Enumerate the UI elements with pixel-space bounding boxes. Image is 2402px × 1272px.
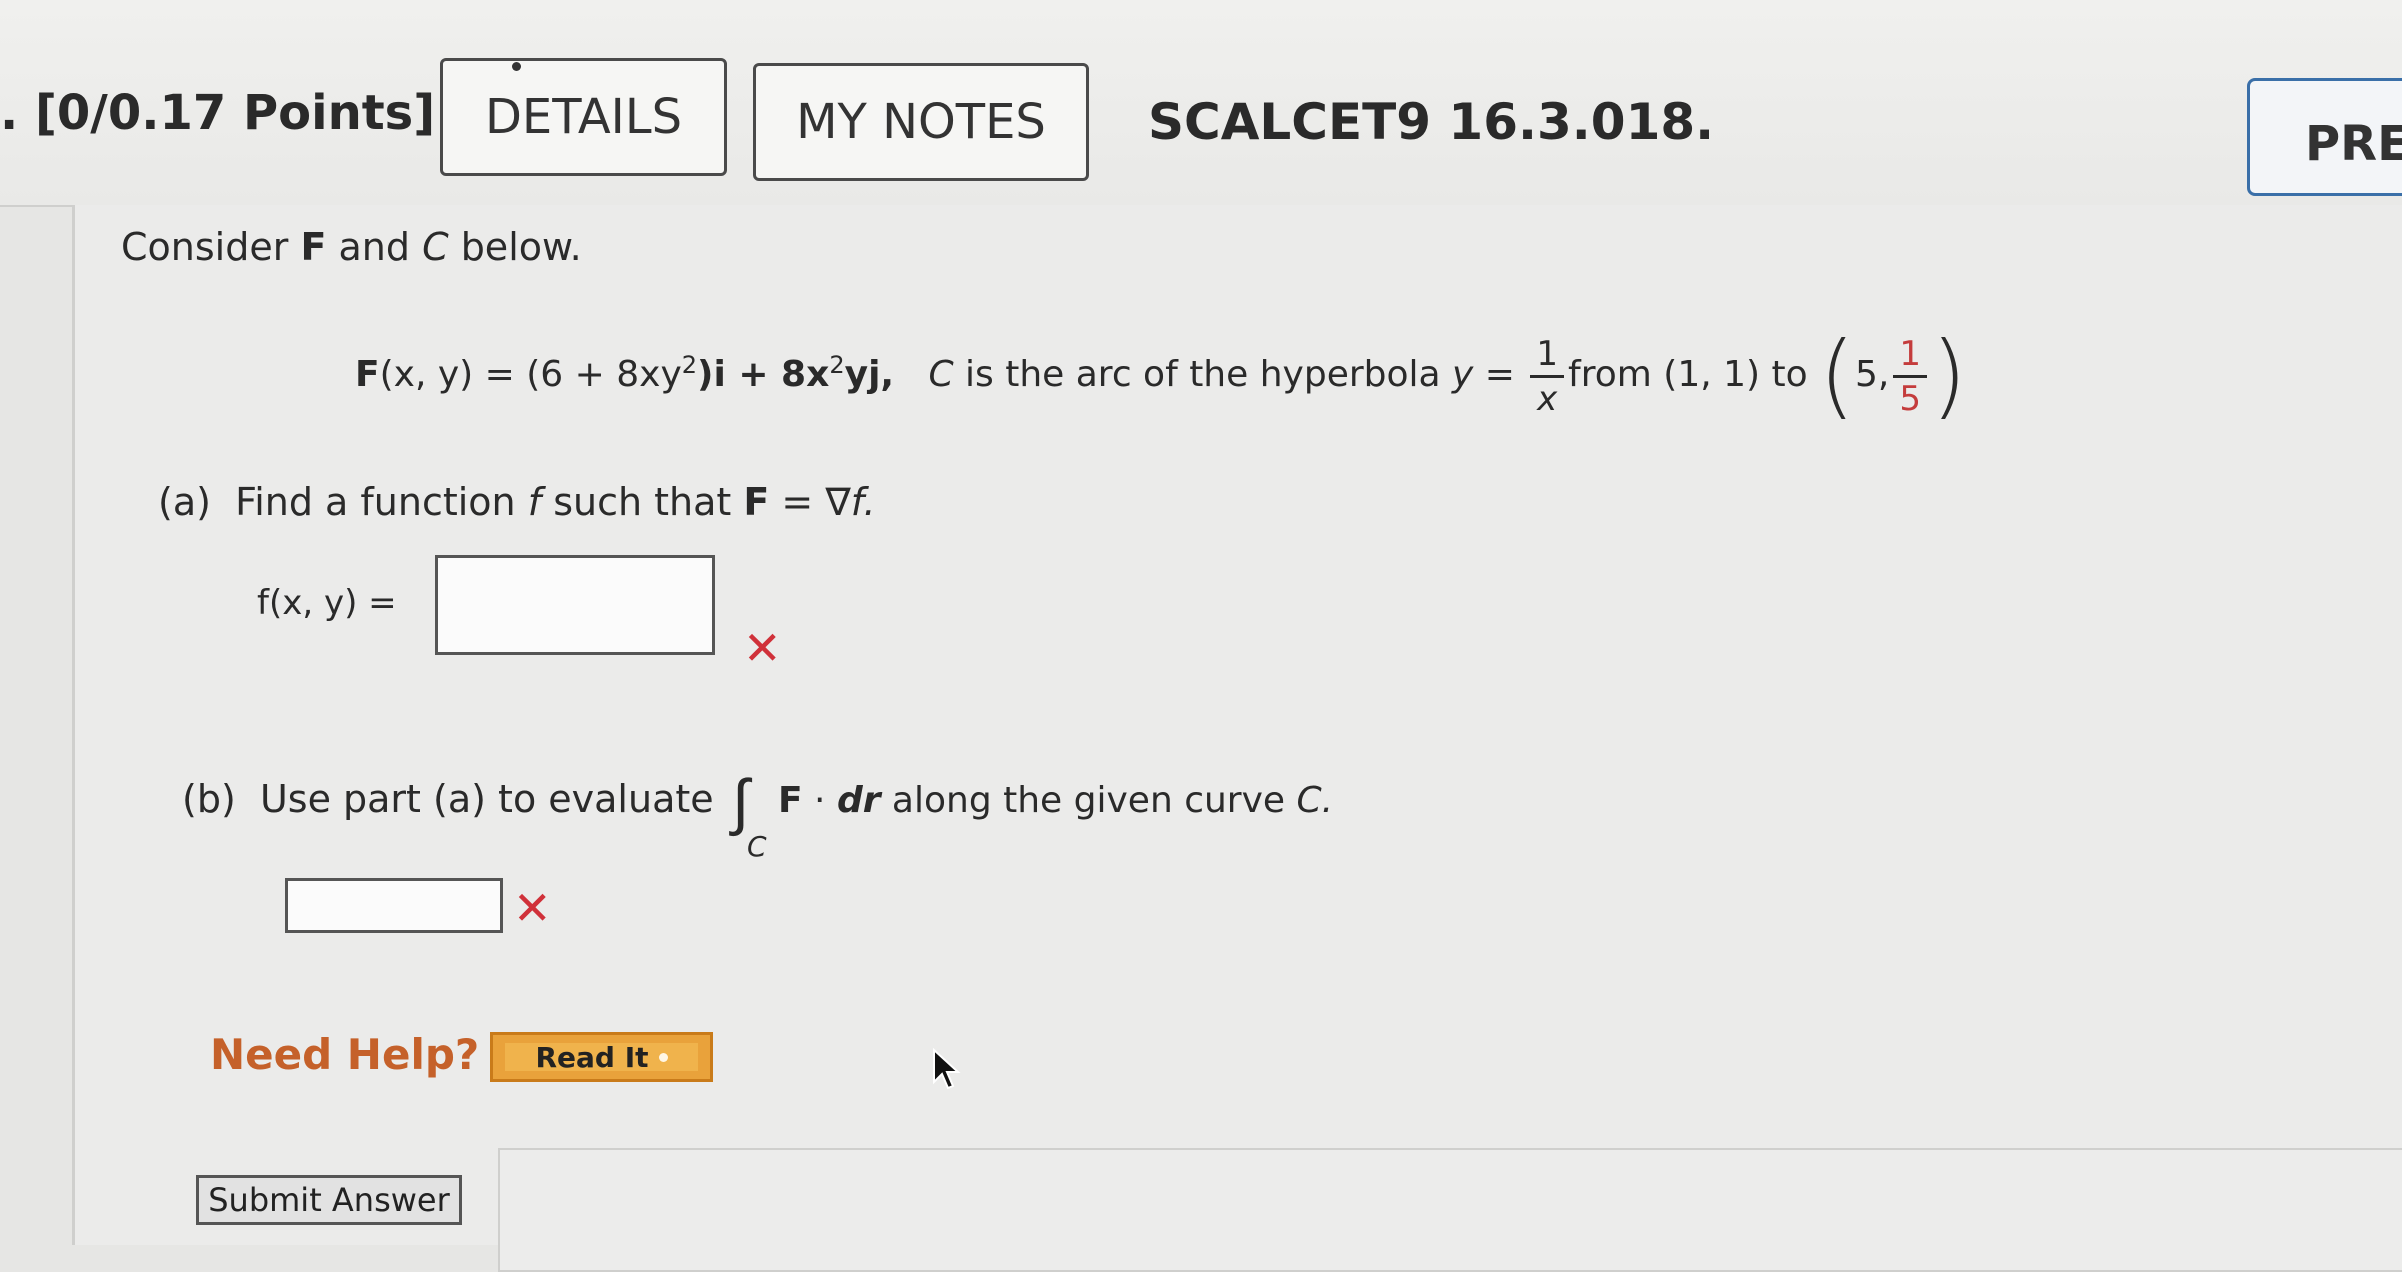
feedback-panel xyxy=(498,1148,2402,1272)
mouse-cursor-icon xyxy=(933,1048,961,1090)
field-expression: )i + 8x xyxy=(697,354,830,395)
points-label: . [0/0.17 Points] xyxy=(0,85,436,141)
read-it-button[interactable]: Read It xyxy=(490,1032,713,1082)
fraction-one-fifth: 15 xyxy=(1893,333,1927,420)
prompt-text: Use part (a) to evaluate xyxy=(259,777,714,821)
field-expression: yj, xyxy=(844,354,895,395)
differential-symbol: dr xyxy=(836,780,881,821)
dot-operator: · xyxy=(802,780,837,821)
y-symbol: y xyxy=(1452,354,1474,395)
part-b-prompt: (b) Use part (a) to evaluate xyxy=(182,777,714,821)
question-header: . [0/0.17 Points] DETAILS MY NOTES SCALC… xyxy=(0,0,2402,207)
gradient-symbol: = ∇ xyxy=(769,480,851,524)
part-a-answer-label: f(x, y) = xyxy=(257,583,397,623)
integral-symbol: ∫ xyxy=(732,765,749,838)
part-b-answer-input[interactable] xyxy=(285,878,503,933)
function-symbol: f xyxy=(527,480,542,524)
read-it-label: Read It xyxy=(535,1040,649,1074)
exponent: 2 xyxy=(829,351,845,379)
details-button[interactable]: DETAILS xyxy=(440,58,727,176)
vector-field-symbol: F xyxy=(743,480,770,524)
fraction-numerator: 1 xyxy=(1530,333,1565,378)
intro-text: and xyxy=(326,225,423,269)
problem-intro: Consider F and C below. xyxy=(121,225,582,269)
integral-subscript: C xyxy=(747,830,767,863)
fraction-one-over-x: 1x xyxy=(1530,333,1565,420)
part-a-answer-input[interactable] xyxy=(435,555,715,655)
curve-description: is the arc of the hyperbola xyxy=(953,354,1453,395)
curve-symbol: C. xyxy=(1296,780,1334,821)
prompt-text: such that xyxy=(541,480,744,524)
problem-code: SCALCET9 16.3.018. xyxy=(1148,93,1715,151)
incorrect-icon: ✕ xyxy=(743,621,782,675)
part-b-prompt-rest: F · dr along the given curve C. xyxy=(778,780,1333,821)
vector-field-symbol: F xyxy=(355,354,380,395)
vector-field-symbol: F xyxy=(778,780,803,821)
intro-text: below. xyxy=(448,225,582,269)
exponent: 2 xyxy=(681,351,698,379)
fraction-denominator: x xyxy=(1537,378,1558,419)
question-body: Consider F and C below. F(x, y) = (6 + 8… xyxy=(72,205,2402,1245)
fraction-denominator: 5 xyxy=(1899,378,1921,419)
function-symbol: f. xyxy=(850,480,876,524)
left-paren: ( xyxy=(1819,322,1855,429)
submit-answer-button[interactable]: Submit Answer xyxy=(196,1175,462,1225)
endpoint-x: 5, xyxy=(1855,354,1890,395)
curve-symbol: C xyxy=(422,225,449,269)
fraction-numerator: 1 xyxy=(1893,333,1927,378)
part-a-prompt: (a) Find a function f such that F = ∇f. xyxy=(158,480,876,524)
my-notes-button[interactable]: MY NOTES xyxy=(753,63,1089,181)
prompt-text: Find a function xyxy=(235,480,528,524)
endpoints-text: from (1, 1) to xyxy=(1568,354,1808,395)
read-it-dot-icon xyxy=(658,1052,668,1062)
vector-field-symbol: F xyxy=(300,225,327,269)
intro-text: Consider xyxy=(121,225,301,269)
need-help-label: Need Help? xyxy=(210,1030,480,1079)
incorrect-icon: ✕ xyxy=(513,881,552,935)
curve-symbol: C xyxy=(928,354,954,395)
details-indicator-dot xyxy=(512,62,521,71)
equals-sign: = xyxy=(1473,354,1527,395)
part-b-label: (b) xyxy=(182,777,236,821)
problem-equation: F(x, y) = (6 + 8xy2)i + 8x2yj, C is the … xyxy=(355,330,1967,422)
field-expression: (x, y) = (6 + 8xy xyxy=(379,354,682,395)
prompt-text: along the given curve xyxy=(880,780,1297,821)
part-a-label: (a) xyxy=(158,480,211,524)
right-paren: ) xyxy=(1931,322,1967,429)
previous-answers-button[interactable]: PREV xyxy=(2247,78,2402,196)
